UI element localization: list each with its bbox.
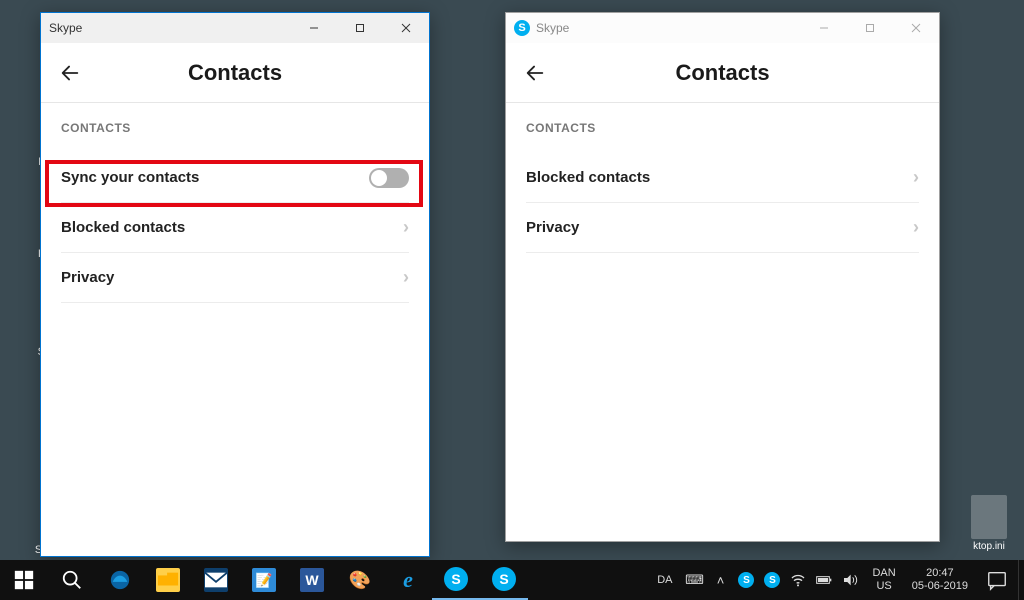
titlebar[interactable]: S Skype	[506, 13, 939, 43]
search-button[interactable]	[48, 560, 96, 600]
maximize-button[interactable]	[847, 13, 893, 43]
volume-icon[interactable]	[842, 572, 858, 588]
start-button[interactable]	[0, 560, 48, 600]
taskbar-clock[interactable]: 20:47 05-06-2019	[904, 560, 976, 600]
page-header: Contacts	[41, 43, 429, 103]
taskbar-app-skype-2[interactable]: S	[480, 560, 528, 600]
keyboard-icon[interactable]: ⌨	[686, 572, 702, 588]
row-sync-contacts[interactable]: Sync your contacts	[61, 153, 409, 203]
row-blocked-contacts[interactable]: Blocked contacts ›	[526, 153, 919, 203]
notifications-button[interactable]	[976, 560, 1018, 600]
tray-skype-icon[interactable]: S	[738, 572, 754, 588]
row-privacy[interactable]: Privacy ›	[526, 203, 919, 253]
file-label: ktop.ini	[973, 541, 1005, 552]
minimize-button[interactable]	[801, 13, 847, 43]
titlebar[interactable]: Skype	[41, 13, 429, 43]
battery-icon[interactable]	[816, 572, 832, 588]
section-header: CONTACTS	[526, 121, 919, 135]
chevron-right-icon: ›	[403, 267, 409, 288]
close-button[interactable]	[893, 13, 939, 43]
file-icon	[971, 495, 1007, 539]
taskbar-language-short[interactable]: DA	[649, 560, 680, 600]
taskbar-app-ie[interactable]: e	[384, 560, 432, 600]
show-desktop-button[interactable]	[1018, 560, 1024, 600]
taskbar-app-mail[interactable]	[192, 560, 240, 600]
row-label: Sync your contacts	[61, 169, 369, 186]
row-privacy[interactable]: Privacy ›	[61, 253, 409, 303]
page-header: Contacts	[506, 43, 939, 103]
window-content: Contacts CONTACTS Sync your contacts Blo…	[41, 43, 429, 556]
tray-expand-icon[interactable]: ˄	[712, 572, 728, 588]
window-title: Skype	[49, 21, 82, 35]
tray-skype-icon[interactable]: S	[764, 572, 780, 588]
row-label: Privacy	[61, 269, 403, 286]
chevron-right-icon: ›	[913, 167, 919, 188]
window-content: Contacts CONTACTS Blocked contacts › Pri…	[506, 43, 939, 541]
minimize-button[interactable]	[291, 13, 337, 43]
section-header: CONTACTS	[61, 121, 409, 135]
contacts-section: CONTACTS Sync your contacts Blocked cont…	[41, 103, 429, 303]
taskbar-app-skype-1[interactable]: S	[432, 560, 480, 600]
row-label: Blocked contacts	[61, 219, 403, 236]
maximize-button[interactable]	[337, 13, 383, 43]
window-title: Skype	[536, 21, 569, 35]
skype-icon: S	[514, 20, 530, 36]
contacts-section: CONTACTS Blocked contacts › Privacy ›	[506, 103, 939, 253]
taskbar-app-paint[interactable]: 🎨	[336, 560, 384, 600]
row-blocked-contacts[interactable]: Blocked contacts ›	[61, 203, 409, 253]
back-button[interactable]	[53, 56, 87, 90]
taskbar-app-explorer[interactable]	[144, 560, 192, 600]
close-button[interactable]	[383, 13, 429, 43]
chevron-right-icon: ›	[913, 217, 919, 238]
system-tray: ⌨ ˄ S S	[680, 560, 864, 600]
row-label: Blocked contacts	[526, 169, 913, 186]
taskbar-app-edge[interactable]	[96, 560, 144, 600]
sync-toggle[interactable]	[369, 168, 409, 188]
wifi-icon[interactable]	[790, 572, 806, 588]
desktop-file[interactable]: ktop.ini	[964, 495, 1014, 552]
back-button[interactable]	[518, 56, 552, 90]
taskbar-language-stack[interactable]: DAN US	[864, 560, 903, 600]
page-title: Contacts	[87, 60, 383, 86]
taskbar-app-notes[interactable]: 📝	[240, 560, 288, 600]
palette-icon: 🎨	[349, 569, 371, 591]
row-label: Privacy	[526, 219, 913, 236]
page-title: Contacts	[552, 60, 893, 86]
taskbar-app-word[interactable]: W	[288, 560, 336, 600]
skype-window-right: S Skype Contacts CONTACTS Blocked contac…	[505, 12, 940, 542]
chevron-right-icon: ›	[403, 217, 409, 238]
skype-window-left: Skype Contacts CONTACTS Sync your contac…	[40, 12, 430, 557]
taskbar: 📝 W 🎨 e S S DA ⌨ ˄ S S DAN US 20:47	[0, 560, 1024, 600]
